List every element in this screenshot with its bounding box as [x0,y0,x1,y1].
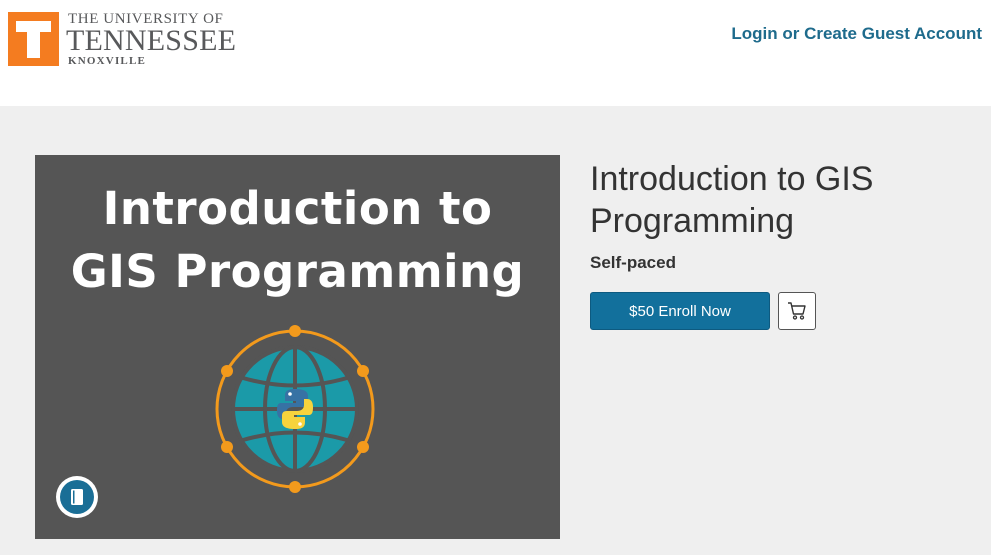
book-icon [60,480,94,514]
cart-icon [788,302,806,320]
course-hero-image: Introduction to GIS Programming [35,155,560,539]
login-link[interactable]: Login or Create Guest Account [731,24,982,44]
enroll-button[interactable]: $50 Enroll Now [590,292,770,330]
hero-title-line-1: Introduction to [102,182,493,235]
globe-python-icon [215,325,375,493]
course-title: Introduction to GIS Programming [590,160,874,240]
add-to-cart-button[interactable] [778,292,816,330]
book-badge [56,476,98,518]
logo-line-2: TENNESSEE [66,24,237,57]
site-header: THE UNIVERSITY OF TENNESSEE KNOXVILLE Lo… [0,0,991,106]
power-t-icon [8,12,59,66]
course-pace: Self-paced [590,253,676,272]
hero-title: Introduction to GIS Programming [35,177,560,303]
university-logo[interactable]: THE UNIVERSITY OF TENNESSEE KNOXVILLE [8,12,236,67]
logo-wordmark: THE UNIVERSITY OF TENNESSEE KNOXVILLE [66,12,237,68]
hero-title-line-2: GIS Programming [70,245,525,298]
